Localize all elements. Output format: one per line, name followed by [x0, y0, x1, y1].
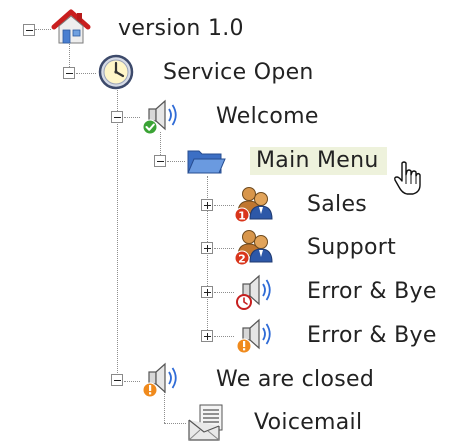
- tree-node-label: Error & Bye: [307, 279, 437, 304]
- collapse-toggle[interactable]: [111, 374, 123, 386]
- expand-toggle[interactable]: [201, 199, 213, 211]
- tree-node-label: Service Open: [163, 60, 314, 85]
- collapse-toggle[interactable]: [63, 67, 75, 79]
- speaker-clock-icon: [234, 270, 274, 310]
- speaker-warning-icon: [234, 314, 274, 354]
- tree-node-label: We are closed: [216, 367, 375, 392]
- svg-text:2: 2: [238, 253, 246, 266]
- tree-node-label: Sales: [307, 192, 368, 217]
- ivr-tree: version 1.0 Service Open Welcome Main Me…: [0, 0, 462, 443]
- voicemail-icon: [186, 402, 226, 442]
- tree-node-error-timeout[interactable]: Error & Bye: [0, 270, 462, 314]
- tree-node-label: Error & Bye: [307, 323, 437, 348]
- tree-node-support[interactable]: 2 Support: [0, 226, 462, 270]
- clock-icon: [96, 51, 136, 91]
- tree-node-label: Main Menu: [250, 147, 387, 175]
- tree-node-label: Support: [307, 235, 397, 260]
- expand-toggle[interactable]: [201, 330, 213, 342]
- svg-text:1: 1: [238, 210, 246, 223]
- tree-node-service-open[interactable]: Service Open: [0, 51, 462, 95]
- expand-toggle[interactable]: [201, 286, 213, 298]
- collapse-toggle[interactable]: [23, 24, 35, 36]
- speaker-warning-icon: [140, 358, 180, 398]
- collapse-toggle[interactable]: [154, 155, 166, 167]
- collapse-toggle[interactable]: [111, 111, 123, 123]
- tree-node-error-invalid[interactable]: Error & Bye: [0, 314, 462, 358]
- tree-node-label: Voicemail: [254, 410, 363, 435]
- folder-open-icon: [185, 140, 226, 180]
- hand-cursor-icon: [393, 160, 423, 196]
- tree-node-version[interactable]: version 1.0: [0, 7, 462, 51]
- tree-node-we-are-closed[interactable]: We are closed: [0, 358, 462, 402]
- tree-node-label: Welcome: [216, 104, 319, 129]
- tree-node-voicemail[interactable]: Voicemail: [0, 401, 462, 445]
- expand-toggle[interactable]: [201, 242, 213, 254]
- tree-node-welcome[interactable]: Welcome: [0, 95, 462, 139]
- tree-node-label: version 1.0: [118, 16, 244, 41]
- home-icon: [51, 7, 91, 47]
- users-badge-1-icon: 1: [234, 183, 274, 223]
- users-badge-2-icon: 2: [234, 226, 274, 266]
- speaker-check-icon: [140, 95, 180, 135]
